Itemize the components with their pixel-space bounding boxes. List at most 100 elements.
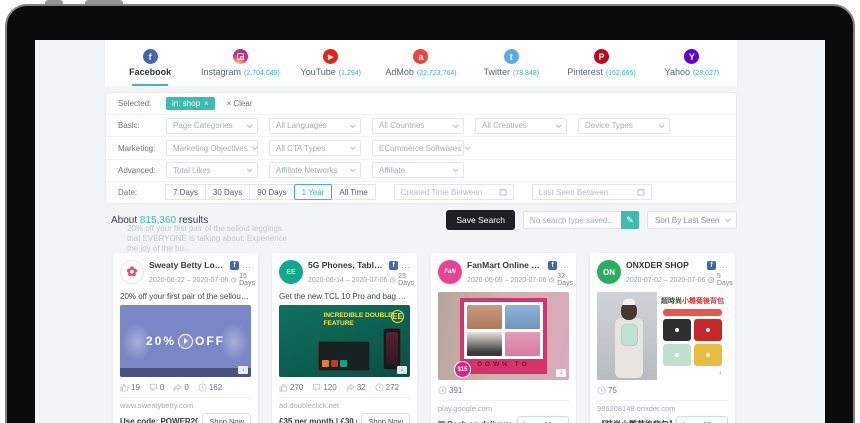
shop-now-button[interactable]: Shop Now [361, 413, 410, 423]
select-creatives[interactable]: All Creatives [475, 118, 567, 134]
select-affiliate-networks[interactable]: Affiliate Networks [269, 162, 361, 178]
learn-more-button[interactable]: Learn More [676, 416, 728, 423]
select-value: All CTA Types [276, 144, 326, 153]
ad-domain[interactable]: 986208148.onxder.com [597, 400, 728, 413]
tab-admob[interactable]: a AdMob(22,723,764) [376, 40, 466, 86]
share-icon [346, 383, 355, 392]
last-seen-between-input[interactable]: Last Seen Between [532, 184, 652, 200]
save-search-button[interactable]: Save Search [446, 210, 515, 230]
chevron-down-icon [453, 122, 459, 128]
ad-duration: 23 Days [390, 273, 416, 287]
download-icon[interactable]: ↓ [715, 369, 725, 377]
select-value: ECommerce Softwares [379, 144, 461, 153]
creative-title: 小雛菊後背包 [682, 298, 724, 305]
clear-filters-button[interactable]: ×Clear [227, 99, 253, 108]
ad-domain[interactable]: ad.doubleclick.net [279, 397, 410, 410]
device-mockup: f Facebook Instagram(2,704,049) ▶ YouTub… [0, 0, 860, 423]
download-icon[interactable]: ↓ [238, 366, 248, 374]
play-icon[interactable] [178, 334, 193, 349]
filter-row-advanced: Advanced: Total Likes Affiliate Networks… [106, 160, 736, 182]
edit-saved-search-button[interactable]: ✎ [621, 211, 639, 229]
select-page-categories[interactable]: Page Categories [166, 118, 258, 134]
tab-youtube[interactable]: ▶ YouTube(1,294) [286, 40, 376, 86]
select-countries[interactable]: All Countries [372, 118, 464, 134]
ad-card[interactable]: EE 5G Phones, Tablets & SIMs | ... f … 2… [272, 253, 417, 423]
remove-tag-icon[interactable]: × [204, 99, 209, 108]
ad-date-range: 2020-06-14 – 2020-07-06 [308, 277, 387, 284]
shares-stat: 0 [173, 383, 188, 392]
stat-value: 0 [184, 383, 188, 392]
ad-creative-image[interactable]: 超時尚小雛菊後背包 ↓ [597, 292, 728, 380]
tab-twitter[interactable]: t Twitter(78,848) [466, 40, 556, 86]
tooltip-line: that EVERYONE is talking about. Experien… [127, 234, 307, 244]
like-icon [279, 383, 288, 392]
select-value: Affiliate Networks [276, 166, 338, 175]
ad-domain[interactable]: play.google.com [438, 400, 569, 413]
advertiser-avatar: ON [597, 260, 621, 284]
ad-creative-image[interactable]: DOWN TO $15 ↓ [438, 292, 569, 380]
date-range-90-days[interactable]: 90 Days [249, 184, 294, 200]
ad-text-tooltip: 20% off your first pair of the sellout l… [127, 224, 307, 254]
tv-graphic [318, 341, 370, 371]
select-cta-types[interactable]: All CTA Types [269, 140, 361, 156]
shop-now-button[interactable]: Shop Now [202, 413, 251, 423]
tab-label: Instagram [201, 67, 241, 77]
created-time-between-input[interactable]: Created Time Between [394, 184, 514, 200]
tab-count: (22,723,764) [417, 70, 457, 77]
ad-text: Get the new TCL 10 Pro and bag a free TC… [279, 292, 410, 301]
selected-filter-tag[interactable]: in: shop× [166, 97, 215, 110]
clock-icon [375, 383, 384, 392]
tab-label: Pinterest [567, 67, 603, 77]
close-icon: × [227, 99, 232, 108]
tab-yahoo[interactable]: Y Yahoo(28,027) [647, 40, 737, 86]
ad-card[interactable]: ON ONXDER SHOP f … 2020-07-02 – 2020-07-… [590, 253, 735, 423]
clear-label: Clear [233, 99, 252, 108]
tab-pinterest[interactable]: P Pinterest(162,665) [556, 40, 646, 86]
ad-creative-image[interactable]: INCREDIBLE DOUBLEFEATURE EE ↓ [279, 305, 410, 377]
advertiser-name[interactable]: Sweaty Betty London | Wom... [149, 260, 227, 270]
select-device-types[interactable]: Device Types [578, 118, 670, 134]
date-range-1-year[interactable]: 1 Year [294, 184, 333, 200]
learn-more-button[interactable]: Learn More [517, 416, 569, 423]
tab-facebook[interactable]: f Facebook [105, 40, 195, 86]
more-options-icon[interactable]: … [401, 263, 410, 268]
more-options-icon[interactable]: … [560, 263, 569, 268]
more-options-icon[interactable]: … [719, 263, 728, 268]
more-options-icon[interactable]: … [242, 263, 251, 268]
like-icon [120, 383, 129, 392]
saved-search-select[interactable]: No search type saved... [523, 211, 621, 229]
ad-domain[interactable]: www.sweatybetty.com [120, 397, 251, 410]
select-value: All Languages [276, 121, 327, 130]
ad-creative-image[interactable]: 20% OFF ↓ [120, 305, 251, 377]
price-badge: $15 [454, 361, 471, 378]
ad-card[interactable]: FaN FanMart Online Shopping - F... f … 2… [431, 253, 576, 423]
comments-stat: 0 [149, 383, 164, 392]
select-ecommerce-softwares[interactable]: ECommerce Softwares [372, 140, 464, 156]
ad-stats: 391 [438, 386, 569, 395]
tab-instagram[interactable]: Instagram(2,704,049) [195, 40, 285, 86]
select-marketing-objectives[interactable]: Marketing Objectives [166, 140, 258, 156]
select-value: All Countries [379, 121, 424, 130]
chevron-down-icon [725, 216, 731, 222]
creative-banner-text: DOWN TO [464, 361, 543, 368]
saved-search-group: No search type saved... ✎ [523, 211, 639, 229]
date-range-all-time[interactable]: All Time [331, 184, 375, 200]
sort-select[interactable]: Sort By Last Seen [647, 211, 737, 229]
comments-stat: 120 [312, 383, 336, 392]
select-affiliate[interactable]: Affiliate [372, 162, 464, 178]
date-range-30-days[interactable]: 30 Days [205, 184, 250, 200]
advertiser-name[interactable]: FanMart Online Shopping - F... [467, 260, 545, 270]
select-languages[interactable]: All Languages [269, 118, 361, 134]
ad-stats: 270 120 32 272 [279, 383, 410, 392]
creative-photo [597, 292, 657, 380]
heat-stat: 272 [375, 383, 399, 392]
download-icon[interactable]: ↓ [397, 366, 407, 374]
ad-card[interactable]: ✿ Sweaty Betty London | Wom... f … 2020-… [113, 253, 258, 423]
advertiser-name[interactable]: 5G Phones, Tablets & SIMs | ... [308, 260, 386, 270]
date-range-7-days[interactable]: 7 Days [165, 184, 206, 200]
filter-label: Basic: [118, 121, 166, 130]
download-icon[interactable]: ↓ [556, 369, 566, 377]
select-total-likes[interactable]: Total Likes [166, 162, 258, 178]
advertiser-name[interactable]: ONXDER SHOP [626, 260, 704, 270]
days-value: 23 Days [398, 273, 416, 287]
